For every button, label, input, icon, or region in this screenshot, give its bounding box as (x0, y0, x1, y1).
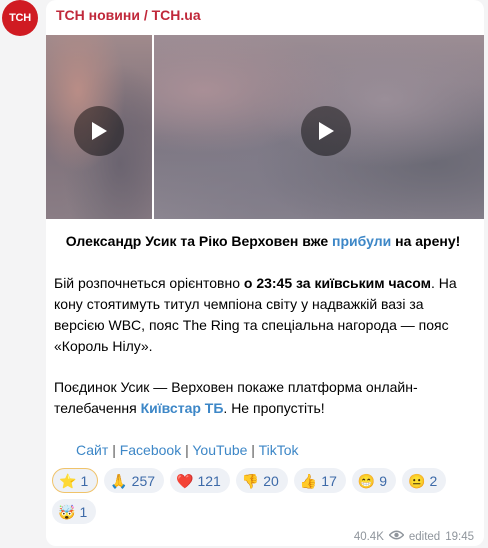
link-separator: | (251, 442, 255, 458)
message-bubble: ТСН новини / TCH.ua Олександр Усик та Рі… (46, 0, 484, 546)
reaction-count: 2 (429, 472, 438, 489)
paragraph-text: Бій розпочнеться орієнтовно (54, 275, 244, 291)
link-youtube[interactable]: YouTube (192, 442, 247, 458)
reaction-count: 1 (79, 503, 88, 520)
reaction-count: 1 (80, 472, 89, 489)
reaction-count: 20 (263, 472, 279, 489)
reaction-count: 9 (379, 472, 388, 489)
play-icon[interactable] (301, 106, 351, 156)
channel-avatar[interactable]: ТСН (2, 0, 38, 36)
message-headline: Олександр Усик та Ріко Верховен вже приб… (54, 231, 472, 252)
heart-icon: ❤️ (176, 472, 194, 489)
thumbs-up-icon: 👍 (299, 472, 318, 489)
link-site[interactable]: Сайт (76, 442, 108, 458)
reaction-neutral[interactable]: 😐 2 (402, 468, 447, 493)
reaction-mind-blown[interactable]: 🤯 1 (52, 499, 97, 524)
paragraph-text-end: . Не пропустіть! (223, 400, 325, 416)
message-time: 19:45 (445, 530, 474, 543)
grin-icon: 😁 (357, 472, 376, 489)
thumbs-down-icon: 👎 (241, 472, 260, 489)
headline-link[interactable]: прибули (332, 233, 391, 249)
link-facebook[interactable]: Facebook (120, 442, 181, 458)
headline-text-end: на арену! (391, 233, 461, 249)
star-icon: ⭐ (59, 472, 77, 489)
mind-blown-icon: 🤯 (58, 503, 76, 520)
reaction-pray[interactable]: 🙏 257 (104, 468, 165, 493)
channel-name[interactable]: ТСН новини / TCH.ua (56, 7, 201, 23)
reaction-grin[interactable]: 😁 9 (351, 468, 397, 493)
message-paragraph-2: Поєдинок Усик — Верховен покаже платформ… (54, 377, 472, 419)
play-icon[interactable] (74, 106, 124, 156)
reaction-heart[interactable]: ❤️ 121 (170, 468, 230, 493)
kyivstar-link[interactable]: Київстар ТБ (141, 400, 224, 416)
views-count: 40.4K (353, 530, 384, 543)
message-footer: 40.4K edited 19:45 (354, 530, 474, 543)
eye-icon (388, 530, 405, 543)
reactions-bar: ⭐ 1 🙏 257 ❤️ 121 👎 20 👍 17 😁 9 😐 2 🤯 1 (52, 468, 472, 524)
link-tiktok[interactable]: TikTok (259, 442, 299, 458)
reaction-thumbs-down[interactable]: 👎 20 (235, 468, 288, 493)
neutral-face-icon: 😐 (408, 472, 426, 489)
reaction-count: 121 (197, 472, 221, 489)
reaction-count: 257 (131, 472, 156, 489)
headline-text: Олександр Усик та Ріко Верховен вже (65, 233, 333, 249)
media-group (46, 35, 484, 219)
video-thumbnail-1[interactable] (46, 35, 152, 219)
video-thumbnail-2[interactable] (154, 35, 484, 219)
link-separator: | (185, 442, 189, 458)
social-links: Сайт | Facebook | YouTube | TikTok (76, 440, 488, 461)
reaction-thumbs-up[interactable]: 👍 17 (293, 468, 346, 493)
reaction-star[interactable]: ⭐ 1 (52, 468, 99, 493)
avatar-text: ТСН (9, 12, 31, 24)
message-paragraph-1: Бій розпочнеться орієнтовно о 23:45 за к… (54, 273, 472, 357)
reaction-count: 17 (321, 472, 337, 489)
pray-icon: 🙏 (110, 472, 128, 489)
paragraph-bold: о 23:45 за київським часом (243, 275, 431, 291)
link-separator: | (112, 442, 116, 458)
edited-label: edited (408, 530, 441, 543)
